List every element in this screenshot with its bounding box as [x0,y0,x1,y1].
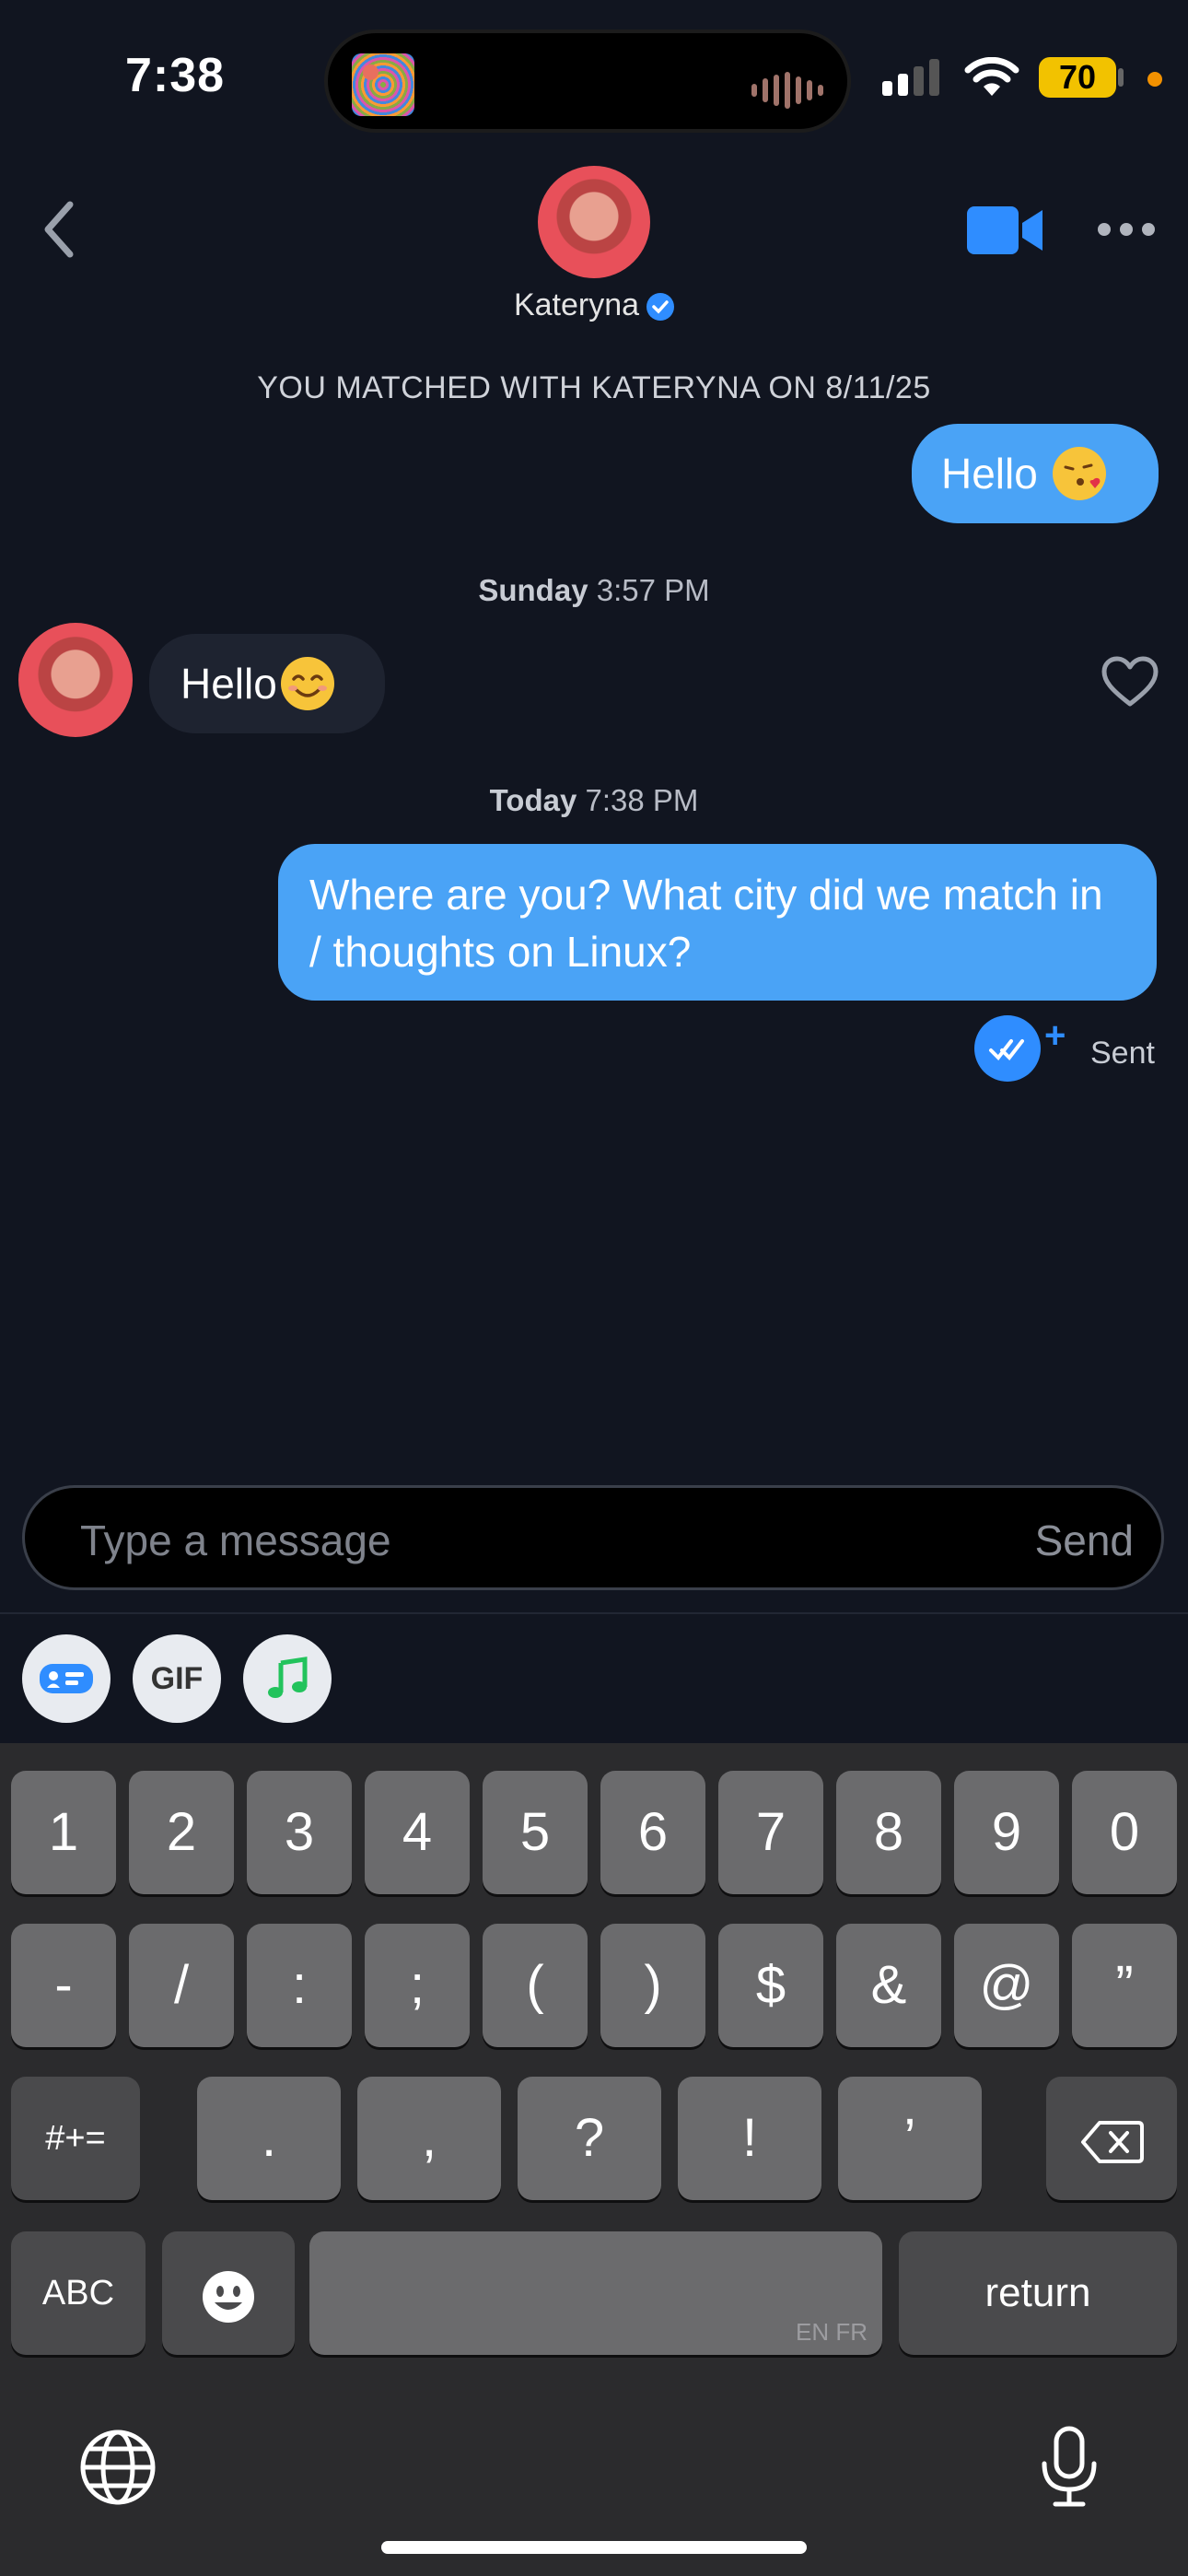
cellular-signal-icon [882,59,939,96]
dynamic-island[interactable] [324,29,851,133]
keyboard: 1 2 3 4 5 6 7 8 9 0 - / : ; ( ) $ & @ ” … [0,1743,1188,2576]
key-exclamation[interactable]: ! [678,2077,821,2200]
gif-button[interactable]: GIF [133,1634,221,1723]
battery-tip [1118,68,1124,87]
key-3[interactable]: 3 [247,1771,352,1894]
key-9[interactable]: 9 [954,1771,1059,1894]
timestamp-time: 7:38 PM [585,783,699,817]
contact-avatar[interactable] [538,166,650,278]
video-call-icon[interactable] [967,205,1044,256]
kissing-face-emoji-icon [1052,447,1106,500]
message-input-placeholder: Type a message [80,1516,391,1564]
timestamp-divider: Sunday 3:57 PM [0,573,1188,608]
key-emoji[interactable] [162,2231,295,2355]
backspace-icon [1081,2120,1144,2163]
key-open-paren[interactable]: ( [483,1924,588,2047]
read-receipt-icon[interactable] [974,1015,1041,1082]
add-reaction-plus-icon[interactable]: + [1044,1015,1066,1057]
key-0[interactable]: 0 [1072,1771,1177,1894]
message-status: Sent [1090,1036,1155,1071]
message-input[interactable]: Type a message Send [22,1485,1164,1590]
sender-avatar[interactable] [18,623,133,737]
contact-name[interactable]: Kateryna [0,287,1188,323]
audio-waveform-icon [751,72,823,109]
music-button[interactable] [243,1634,332,1723]
key-semicolon[interactable]: ; [365,1924,470,2047]
key-apostrophe[interactable]: ’ [838,2077,982,2200]
battery-indicator: 70 [1039,57,1116,98]
message-bubble-outgoing[interactable]: Where are you? What city did we match in… [278,844,1157,1001]
key-2[interactable]: 2 [129,1771,234,1894]
music-note-icon [268,1657,308,1698]
emoji-icon [203,2270,254,2323]
home-indicator[interactable] [381,2541,807,2554]
timestamp-day: Today [489,783,577,817]
key-return[interactable]: return [899,2231,1177,2355]
more-options-icon[interactable] [1098,223,1155,236]
key-question[interactable]: ? [518,2077,661,2200]
timestamp-day: Sunday [478,573,588,607]
contact-card-button[interactable] [22,1634,111,1723]
message-text: Hello [941,450,1038,498]
message-bubble-outgoing[interactable]: Hello [912,424,1159,523]
key-at[interactable]: @ [954,1924,1059,2047]
key-dollar[interactable]: $ [718,1924,823,2047]
key-space[interactable]: EN FR [309,2231,882,2355]
key-close-paren[interactable]: ) [600,1924,705,2047]
keyboard-language-label: EN FR [796,2318,868,2346]
status-time: 7:38 [125,49,226,102]
key-7[interactable]: 7 [718,1771,823,1894]
key-colon[interactable]: : [247,1924,352,2047]
timestamp-time: 3:57 PM [596,573,710,607]
key-4[interactable]: 4 [365,1771,470,1894]
timestamp-divider: Today 7:38 PM [0,783,1188,818]
globe-icon[interactable] [79,2429,157,2506]
key-ampersand[interactable]: & [836,1924,941,2047]
smiling-face-emoji-icon [280,657,334,710]
key-symbols[interactable]: #+= [11,2077,140,2200]
key-slash[interactable]: / [129,1924,234,2047]
match-banner: YOU MATCHED WITH KATERYNA ON 8/11/25 [257,370,931,405]
microphone-in-use-indicator [1147,72,1162,87]
verified-badge-icon [646,293,675,322]
key-8[interactable]: 8 [836,1771,941,1894]
key-quote[interactable]: ” [1072,1924,1177,2047]
send-button[interactable]: Send [1035,1516,1134,1565]
key-comma[interactable]: , [357,2077,501,2200]
key-6[interactable]: 6 [600,1771,705,1894]
message-bubble-incoming[interactable]: Hello [149,634,385,733]
contact-name-label: Kateryna [513,287,640,322]
key-5[interactable]: 5 [483,1771,588,1894]
key-1[interactable]: 1 [11,1771,116,1894]
back-chevron-icon[interactable] [41,201,77,258]
now-playing-artwork [352,53,414,116]
gif-label: GIF [150,1660,204,1696]
key-period[interactable]: . [197,2077,341,2200]
key-delete[interactable] [1046,2077,1177,2200]
like-heart-icon[interactable] [1101,656,1159,708]
message-text: Hello [181,660,277,708]
message-text: Where are you? What city did we match in… [309,871,1103,976]
contact-card-icon [40,1664,93,1693]
wifi-icon [964,57,1019,96]
key-abc[interactable]: ABC [11,2231,146,2355]
key-hyphen[interactable]: - [11,1924,116,2047]
composer-divider [0,1612,1188,1614]
microphone-icon[interactable] [1037,2425,1101,2510]
